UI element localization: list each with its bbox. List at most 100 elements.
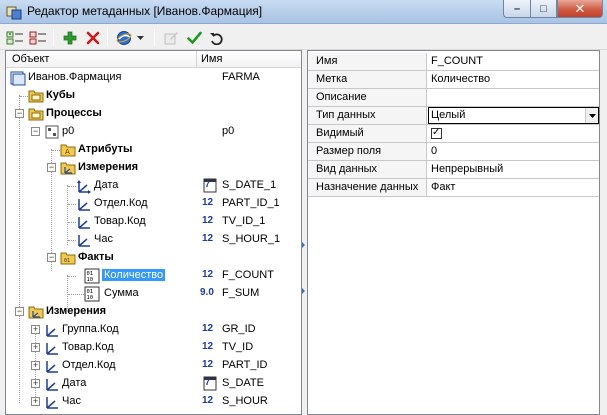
- prop-label: Имя: [308, 53, 427, 70]
- property-grid: Имя F_COUNT Метка Количество Описание Ти…: [307, 50, 600, 415]
- panel-splitter[interactable]: [302, 50, 306, 415]
- dropdown-arrow-icon: [136, 35, 144, 40]
- dimensions-folder-icon: [60, 162, 76, 175]
- close-button[interactable]: ✕: [557, 0, 603, 18]
- minimize-button[interactable]: –: [503, 0, 530, 18]
- collapse-icon[interactable]: −: [31, 127, 40, 136]
- tree-label: Измерения: [78, 161, 139, 173]
- dimensions-folder-icon: [28, 306, 44, 319]
- tree-row-product-code-root[interactable]: + Товар.Код 12 TV_ID: [6, 339, 301, 357]
- tree-row-date[interactable]: Дата 7 S_DATE_1: [6, 177, 301, 195]
- tree-value: GR_ID: [222, 323, 256, 335]
- browser-button[interactable]: [114, 28, 134, 47]
- facts-folder-icon: 01: [60, 252, 76, 265]
- tree-value: TV_ID_1: [222, 215, 266, 227]
- tree-label: Факты: [78, 251, 114, 263]
- type-badge: 7: [205, 377, 211, 387]
- browser-dropdown[interactable]: [134, 28, 146, 47]
- chevron-down-icon: [588, 113, 596, 118]
- dimension-axes-icon: [46, 361, 58, 373]
- tree-label: Измерения: [46, 305, 107, 317]
- tree-row-date-root[interactable]: + Дата 7 S_DATE: [6, 375, 301, 393]
- splitter-arrow-icon: [302, 288, 305, 294]
- prop-row-name[interactable]: Имя F_COUNT: [308, 53, 599, 71]
- prop-value[interactable]: Непрерывный: [428, 161, 599, 178]
- svg-text:A: A: [65, 148, 70, 156]
- dimension-axes-icon: [46, 343, 58, 355]
- dimension-axes-icon: [78, 217, 90, 229]
- expand-icon[interactable]: +: [31, 379, 40, 388]
- dimension-axes-icon: [46, 325, 58, 337]
- undo-button[interactable]: [206, 28, 226, 47]
- edit-button[interactable]: [161, 28, 181, 47]
- prop-value[interactable]: F_COUNT: [428, 53, 599, 70]
- tree-row-dept-code[interactable]: Отдел.Код 12 PART_ID_1: [6, 195, 301, 213]
- apply-button[interactable]: [184, 28, 204, 47]
- expand-icon[interactable]: +: [31, 361, 40, 370]
- expand-icon[interactable]: +: [31, 343, 40, 352]
- tree-row-product-code[interactable]: Товар.Код 12 TV_ID_1: [6, 213, 301, 231]
- prop-row-description[interactable]: Описание: [308, 89, 599, 107]
- tree-label: Товар.Код: [94, 215, 146, 227]
- tree-row-cubes[interactable]: Кубы: [6, 87, 301, 105]
- expand-icon[interactable]: +: [31, 325, 40, 334]
- tree-row-dept-code-root[interactable]: + Отдел.Код 12 PART_ID: [6, 357, 301, 375]
- tree-value: FARMA: [222, 71, 260, 83]
- tree-value: PART_ID: [222, 359, 268, 371]
- column-name[interactable]: Имя: [201, 53, 222, 65]
- prop-row-label[interactable]: Метка Количество: [308, 71, 599, 89]
- maximize-button[interactable]: □: [530, 0, 557, 18]
- type-badge: 12: [202, 215, 214, 226]
- tree-row-dimensions[interactable]: − Измерения: [6, 159, 301, 177]
- prop-value[interactable]: [428, 89, 599, 106]
- tree-row-hour[interactable]: Час 12 S_HOUR_1: [6, 231, 301, 249]
- tree-value: S_DATE_1: [222, 179, 277, 191]
- column-object[interactable]: Объект: [12, 53, 49, 65]
- dimension-axes-icon: [78, 235, 90, 247]
- svg-text:10: 10: [87, 277, 94, 283]
- tree-value: F_COUNT: [222, 269, 274, 281]
- tree-row-attributes[interactable]: A Атрибуты: [6, 141, 301, 159]
- undo-icon: [210, 32, 223, 45]
- tree-row-facts[interactable]: − 01 Факты: [6, 249, 301, 267]
- tree-label: Кубы: [46, 89, 76, 101]
- add-button[interactable]: [60, 28, 80, 47]
- visible-checkbox-cell[interactable]: ✓: [428, 125, 599, 142]
- tree-row-group-code[interactable]: + Группа.Код 12 GR_ID: [6, 321, 301, 339]
- tree-value: F_SUM: [222, 287, 260, 299]
- tree-row-sum[interactable]: 01 10 Сумма 9.0 F_SUM: [6, 285, 301, 303]
- tree-row-p0[interactable]: − p0 p0: [6, 123, 301, 141]
- add-node-button[interactable]: [5, 28, 25, 47]
- collapse-icon[interactable]: −: [15, 307, 24, 316]
- prop-row-data-type[interactable]: Тип данных Целый: [308, 107, 599, 125]
- prop-row-data-kind[interactable]: Вид данных Непрерывный: [308, 161, 599, 179]
- tree-label: Иванов.Фармация: [28, 71, 122, 83]
- add-node-icon: [6, 31, 23, 44]
- tree-row-count[interactable]: 01 10 Количество 12 F_COUNT: [6, 267, 301, 285]
- tree-row-hour-root[interactable]: + Час 12 S_HOUR: [6, 393, 301, 411]
- metadata-tree[interactable]: Объект Имя Иванов.Фармация FARMA Кубы −: [5, 50, 302, 415]
- prop-value[interactable]: Факт: [428, 179, 599, 196]
- prop-value[interactable]: Количество: [428, 71, 599, 88]
- prop-row-field-size[interactable]: Размер поля 0: [308, 143, 599, 161]
- collapse-icon[interactable]: −: [47, 163, 56, 172]
- window-title: Редактор метаданных [Иванов.Фармация]: [27, 4, 263, 18]
- collapse-icon[interactable]: −: [15, 109, 24, 118]
- type-badge: 9.0: [200, 287, 214, 298]
- delete-button[interactable]: [83, 28, 103, 47]
- dimension-axes-icon: [78, 199, 90, 211]
- column-divider[interactable]: [196, 51, 197, 67]
- tree-row-root[interactable]: Иванов.Фармация FARMA: [6, 69, 301, 87]
- tree-row-processes[interactable]: − Процессы: [6, 105, 301, 123]
- prop-row-visible[interactable]: Видимый ✓: [308, 125, 599, 143]
- remove-node-button[interactable]: [28, 28, 48, 47]
- prop-value[interactable]: 0: [428, 143, 599, 160]
- expand-icon[interactable]: +: [31, 397, 40, 406]
- visible-checkbox[interactable]: ✓: [431, 127, 442, 139]
- database-icon: [10, 71, 26, 86]
- prop-row-data-purpose[interactable]: Назначение данных Факт: [308, 179, 599, 197]
- tree-row-dimensions-root[interactable]: − Измерения: [6, 303, 301, 321]
- data-type-select[interactable]: Целый: [428, 107, 599, 124]
- data-type-dropdown-button[interactable]: [585, 108, 598, 123]
- collapse-icon[interactable]: −: [47, 253, 56, 262]
